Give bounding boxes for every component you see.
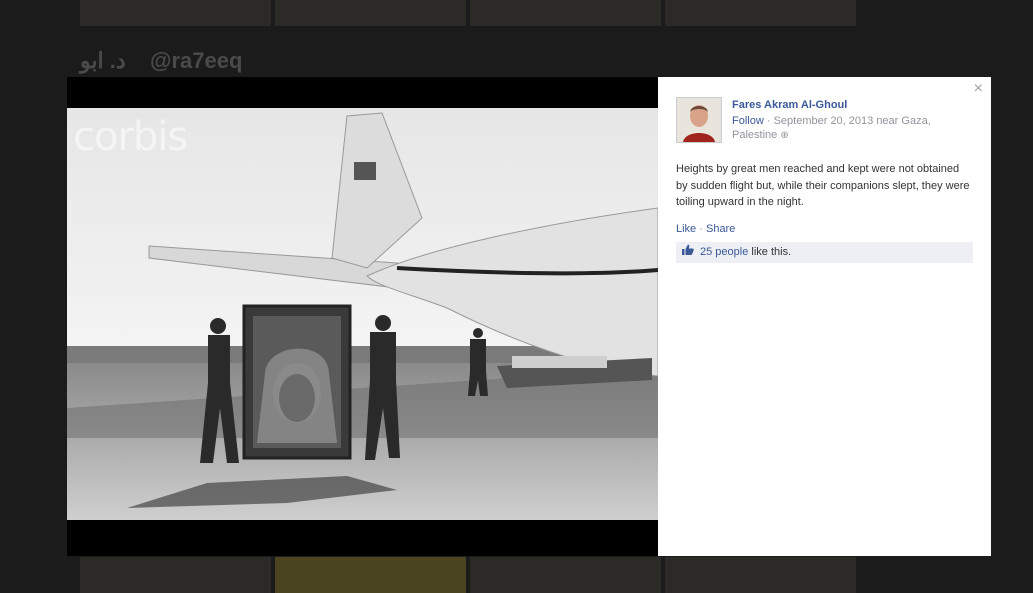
post-meta: Follow · September 20, 2013 near Gaza, P… — [732, 114, 952, 143]
background-thumbnail — [275, 0, 466, 26]
avatar-image — [677, 98, 721, 142]
background-name: د. ابو — [80, 48, 126, 73]
photo-image — [67, 108, 658, 520]
likes-count-link[interactable]: 25 people — [700, 246, 748, 258]
background-thumbnail — [665, 0, 856, 26]
watermark: corbis — [73, 114, 188, 160]
background-thumbnail — [665, 557, 856, 593]
post-actions: Like · Share — [676, 223, 735, 235]
background-photo-strip — [80, 0, 856, 26]
author-name[interactable]: Fares Akram Al-Ghoul — [732, 99, 847, 111]
background-thumbnail — [470, 0, 661, 26]
post-side-panel: × Fares Akram Al-Ghoul Follow · Septembe… — [658, 77, 991, 556]
likes-summary: 25 people like this. — [676, 242, 973, 263]
background-profile-header: د. ابو @ra7eeq — [80, 44, 856, 76]
background-thumbnail — [80, 557, 271, 593]
follow-link[interactable]: Follow — [732, 115, 764, 127]
globe-icon: ⊕ — [780, 130, 789, 141]
share-link[interactable]: Share — [706, 223, 735, 235]
avatar[interactable] — [676, 97, 722, 143]
background-thumbnail — [470, 557, 661, 593]
post-text: Heights by great men reached and kept we… — [676, 163, 970, 208]
action-separator: · — [699, 223, 703, 235]
likes-suffix: like this. — [748, 246, 792, 258]
thumbs-up-icon — [682, 242, 694, 263]
background-thumbnail — [80, 0, 271, 26]
photo[interactable]: corbis — [67, 108, 658, 520]
close-icon[interactable]: × — [974, 80, 983, 98]
background-photo-strip-bottom — [80, 557, 856, 593]
like-link[interactable]: Like — [676, 223, 696, 235]
background-handle: @ra7eeq — [150, 48, 243, 73]
photo-viewer[interactable]: corbis — [67, 77, 658, 556]
background-thumbnail — [275, 557, 466, 593]
